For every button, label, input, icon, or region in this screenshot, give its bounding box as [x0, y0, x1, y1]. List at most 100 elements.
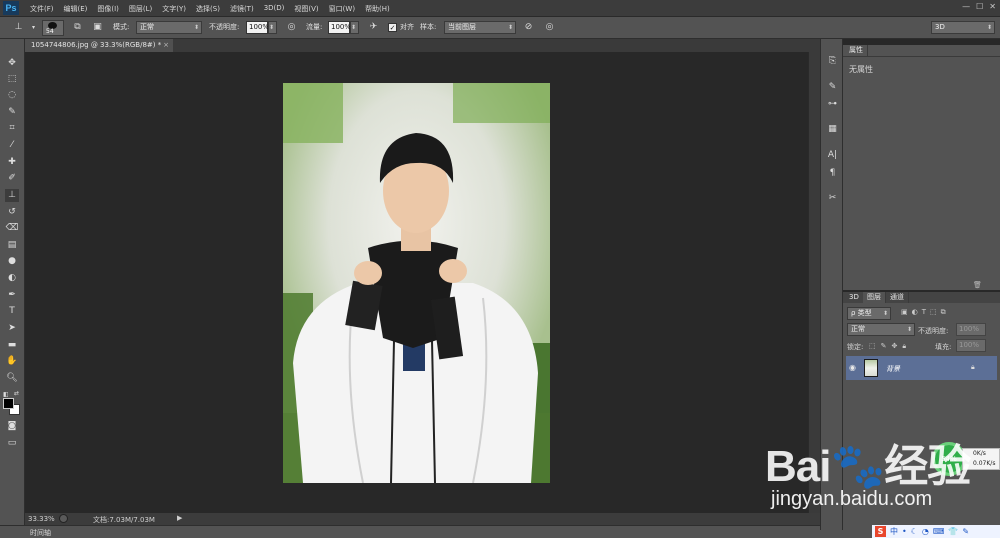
zoom-tool-icon[interactable]: 🔍︎ [5, 372, 19, 385]
clone-source-icon[interactable]: ⧉ [71, 21, 84, 34]
menu-view[interactable]: 视图(V) [294, 4, 318, 14]
flow-slider-toggle[interactable] [350, 21, 359, 34]
layer-row-background[interactable]: ◉ 背景 🔒︎ [846, 356, 997, 380]
layer-opacity-label: 不透明度: [918, 327, 949, 335]
menu-window[interactable]: 窗口(W) [329, 4, 355, 14]
ignore-adjustment-layers-icon[interactable]: ⊘ [522, 21, 535, 34]
quick-mask-icon[interactable]: ◙ [5, 420, 19, 433]
options-bar: ⊥ ▾ 54 ⧉ ▣ 模式: 正常 不透明度: 100% ◎ 流量: 100% … [0, 17, 1000, 39]
mode-select[interactable]: 正常 [136, 21, 202, 34]
airbrush-icon[interactable]: ✈ [367, 21, 380, 34]
filter-icons[interactable]: ▣◐T⬚⧉ [901, 308, 950, 317]
properties-panel: 属性 无属性 🗑︎ [843, 45, 1000, 290]
marquee-tool-icon[interactable]: ⬚ [5, 73, 19, 86]
share-icon[interactable] [59, 514, 68, 523]
document-photo[interactable] [283, 83, 550, 483]
menu-select[interactable]: 选择(S) [196, 4, 220, 14]
clone-stamp-tool-button-icon[interactable]: ⊥ [5, 189, 19, 202]
tab-3d[interactable]: 3D [845, 292, 864, 303]
lasso-tool-icon[interactable]: ◌ [5, 89, 19, 102]
menu-layer[interactable]: 图层(L) [129, 4, 152, 14]
swap-colors-icon[interactable]: ⇄ [14, 390, 22, 398]
lock-icons[interactable]: ⬚✎✥🔒︎ [869, 342, 911, 351]
shape-tool-icon[interactable]: ▬ [5, 339, 19, 352]
screen-mode-icon[interactable]: ▭ [5, 437, 19, 450]
menu-3d[interactable]: 3D(D) [264, 4, 285, 14]
default-colors-icon[interactable]: ◧ [3, 391, 10, 398]
portrait-image [283, 83, 550, 483]
visibility-eye-icon[interactable]: ◉ [849, 363, 856, 372]
status-bar: 33.33% 文档:7.03M/7.03M ▶ [25, 513, 820, 525]
move-tool-icon[interactable]: ✥ [5, 57, 19, 70]
layer-opacity-input[interactable]: 100% [956, 323, 986, 336]
opacity-input[interactable]: 100% [246, 21, 269, 34]
menu-file[interactable]: 文件(F) [30, 4, 54, 14]
timeline-label[interactable]: 时间轴 [30, 528, 51, 538]
maximize-button[interactable]: ☐ [976, 2, 983, 11]
dodge-tool-icon[interactable]: ◐ [5, 272, 19, 285]
upload-speed: 0K/s [973, 450, 986, 457]
ime-toolbar[interactable]: S 中•☾◔⌨👕✎ [872, 525, 1000, 538]
workspace-select[interactable]: 3D [931, 21, 995, 34]
fill-input[interactable]: 100% [956, 339, 986, 352]
blur-tool-icon[interactable]: ● [5, 255, 19, 268]
brush-presets-icon[interactable]: ✎ [826, 81, 839, 94]
pressure-opacity-icon[interactable]: ◎ [285, 21, 298, 34]
flow-label: 流量: [306, 23, 323, 31]
window-controls: — ☐ ✕ [962, 2, 996, 11]
menu-filter[interactable]: 滤镜(T) [230, 4, 254, 14]
pen-tool-icon[interactable]: ✒ [5, 289, 19, 302]
flow-input[interactable]: 100% [328, 21, 351, 34]
watermark-url: jingyan.baidu.com [771, 488, 933, 510]
foreground-color-swatch[interactable] [3, 398, 14, 409]
character-panel-icon[interactable]: A| [826, 149, 839, 162]
trash-icon[interactable]: 🗑︎ [973, 281, 982, 289]
layer-name[interactable]: 背景 [886, 364, 900, 374]
clone-stamp-tool-icon[interactable]: ⊥ [12, 21, 25, 34]
sample-select[interactable]: 当前图层 [444, 21, 516, 34]
fill-label: 填充: [935, 343, 952, 351]
menu-help[interactable]: 帮助(H) [365, 4, 390, 14]
menu-type[interactable]: 文字(Y) [162, 4, 186, 14]
tab-layers[interactable]: 图层 [863, 292, 886, 303]
document-tab[interactable]: 1054744806.jpg @ 33.3%(RGB/8#) * × [25, 39, 173, 52]
crop-tool-icon[interactable]: ⌗ [5, 122, 19, 135]
menu-image[interactable]: 图像(I) [97, 4, 119, 14]
sogou-logo-icon[interactable]: S [875, 526, 886, 537]
tab-channels[interactable]: 通道 [886, 292, 909, 303]
brush-panel-icon[interactable]: ▣ [91, 21, 104, 34]
ime-status-icons[interactable]: 中•☾◔⌨👕✎ [890, 526, 973, 537]
no-properties-text: 无属性 [849, 65, 873, 74]
path-selection-tool-icon[interactable]: ➤ [5, 322, 19, 335]
quick-select-tool-icon[interactable]: ✎ [5, 106, 19, 119]
properties-tab[interactable]: 属性 [845, 45, 868, 56]
gradient-tool-icon[interactable]: ▤ [5, 239, 19, 252]
brush-tool-icon[interactable]: ✐ [5, 172, 19, 185]
paragraph-panel-icon[interactable]: ¶ [826, 167, 839, 180]
tool-preset-chevron-icon[interactable]: ▾ [27, 21, 40, 34]
brush-preset-picker[interactable]: 54 [42, 20, 64, 36]
close-tab-icon[interactable]: × [163, 39, 169, 52]
zoom-level[interactable]: 33.33% [28, 515, 55, 523]
history-brush-tool-icon[interactable]: ↺ [5, 206, 19, 219]
eraser-tool-icon[interactable]: ⌫ [5, 222, 19, 235]
minimize-button[interactable]: — [962, 2, 970, 11]
history-panel-icon[interactable]: ⎘ [826, 55, 839, 68]
aligned-checkbox[interactable]: ✓ [388, 23, 397, 32]
eyedropper-tool-icon[interactable]: ⁄ [5, 139, 19, 152]
actions-panel-icon[interactable]: ▦ [826, 123, 839, 136]
pressure-size-icon[interactable]: ◎ [543, 21, 556, 34]
clone-source-panel-icon[interactable]: ⊶ [826, 98, 839, 111]
blend-mode-select[interactable]: 正常 [847, 323, 915, 336]
status-menu-arrow-icon[interactable]: ▶ [177, 514, 182, 522]
healing-brush-tool-icon[interactable]: ✚ [5, 156, 19, 169]
menu-bar: Ps 文件(F) 编辑(E) 图像(I) 图层(L) 文字(Y) 选择(S) 滤… [0, 0, 1000, 17]
layer-filter-select[interactable]: ρ 类型 [847, 307, 891, 320]
menu-edit[interactable]: 编辑(E) [64, 4, 88, 14]
layer-lock-icon: 🔒︎ [971, 363, 975, 371]
tool-presets-icon[interactable]: ✂ [826, 192, 839, 205]
opacity-slider-toggle[interactable] [268, 21, 277, 34]
hand-tool-icon[interactable]: ✋ [5, 355, 19, 368]
close-button[interactable]: ✕ [989, 2, 996, 11]
type-tool-icon[interactable]: T [5, 305, 19, 318]
